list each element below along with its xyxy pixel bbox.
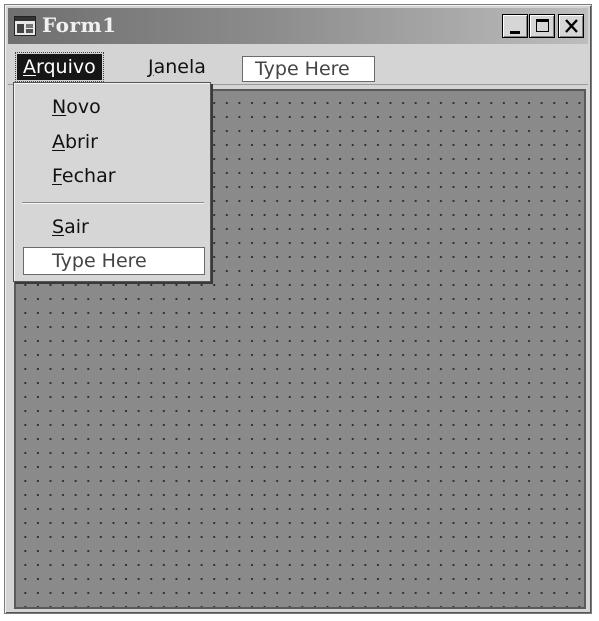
minimize-button[interactable] bbox=[502, 14, 528, 38]
menu-janela[interactable]: Janela bbox=[148, 54, 206, 80]
form-icon bbox=[14, 16, 36, 36]
title-bar[interactable]: Form1 bbox=[8, 8, 588, 44]
menu-arquivo[interactable]: Arquivo bbox=[15, 52, 104, 82]
menu-item-sair[interactable]: Sair bbox=[52, 214, 89, 240]
menu-item-fechar[interactable]: Fechar bbox=[52, 163, 116, 189]
arquivo-dropdown-menu: Novo Abrir Fechar Sair Type Here bbox=[13, 82, 211, 282]
maximize-button[interactable] bbox=[529, 14, 555, 38]
menu-bar: Arquivo Janela Type Here bbox=[8, 46, 588, 85]
close-icon bbox=[565, 19, 578, 33]
dropdown-type-here[interactable]: Type Here bbox=[23, 247, 205, 275]
minimize-icon bbox=[510, 31, 520, 34]
close-button[interactable] bbox=[558, 14, 584, 38]
menu-item-novo[interactable]: Novo bbox=[52, 94, 101, 120]
menu-item-abrir[interactable]: Abrir bbox=[52, 129, 98, 155]
menubar-type-here[interactable]: Type Here bbox=[242, 56, 375, 82]
menu-separator bbox=[22, 202, 204, 204]
window-title: Form1 bbox=[42, 13, 117, 37]
maximize-icon bbox=[536, 19, 549, 32]
